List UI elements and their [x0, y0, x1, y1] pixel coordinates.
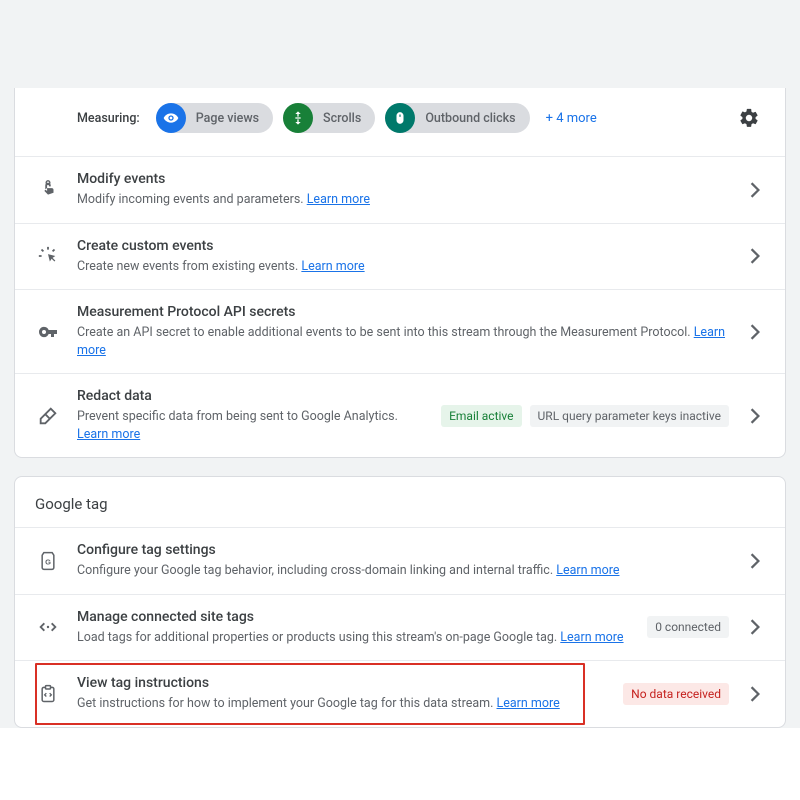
more-measurements-link[interactable]: + 4 more: [546, 111, 597, 126]
chevron-right-icon: [745, 324, 765, 340]
row-redact-data[interactable]: Redact data Prevent specific data from b…: [15, 373, 785, 457]
chip-label: Outbound clicks: [425, 111, 515, 126]
eye-icon: [156, 103, 186, 133]
chip-label: Page views: [196, 111, 259, 126]
learn-more-link[interactable]: Learn more: [77, 427, 140, 442]
tag-icon: G: [35, 550, 61, 572]
row-desc: Create new events from existing events. …: [77, 258, 729, 276]
learn-more-link[interactable]: Learn more: [307, 192, 370, 207]
status-badge: Email active: [441, 405, 521, 427]
learn-more-link[interactable]: Learn more: [560, 630, 623, 645]
row-desc: Get instructions for how to implement yo…: [77, 695, 607, 713]
measuring-row: Measuring: Page views Scrolls Outbound c…: [15, 88, 785, 156]
row-title: Redact data: [77, 388, 425, 404]
cursor-click-icon: [35, 245, 61, 267]
chevron-right-icon: [745, 182, 765, 198]
chevron-right-icon: [745, 248, 765, 264]
status-badge: URL query parameter keys inactive: [530, 405, 729, 427]
chip-scrolls: Scrolls: [283, 103, 375, 133]
row-measurement-protocol[interactable]: Measurement Protocol API secrets Create …: [15, 289, 785, 373]
row-title: Configure tag settings: [77, 542, 729, 558]
chip-page-views: Page views: [156, 103, 273, 133]
row-manage-connected-tags[interactable]: Manage connected site tags Load tags for…: [15, 594, 785, 661]
row-title: Manage connected site tags: [77, 609, 631, 625]
status-badge: No data received: [623, 683, 729, 705]
svg-text:G: G: [45, 557, 51, 566]
row-desc: Configure your Google tag behavior, incl…: [77, 562, 729, 580]
row-create-custom-events[interactable]: Create custom events Create new events f…: [15, 223, 785, 290]
mouse-icon: [385, 103, 415, 133]
chip-label: Scrolls: [323, 111, 361, 126]
row-title: Modify events: [77, 171, 729, 187]
status-badges: No data received: [623, 683, 729, 705]
row-modify-events[interactable]: Modify events Modify incoming events and…: [15, 156, 785, 223]
events-card: Measuring: Page views Scrolls Outbound c…: [14, 88, 786, 458]
gear-icon: [738, 107, 760, 129]
row-desc: Create an API secret to enable additiona…: [77, 324, 729, 359]
eraser-icon: [35, 405, 61, 427]
chip-outbound-clicks: Outbound clicks: [385, 103, 529, 133]
row-title: View tag instructions: [77, 675, 607, 691]
row-title: Measurement Protocol API secrets: [77, 304, 729, 320]
learn-more-link[interactable]: Learn more: [556, 563, 619, 578]
status-badges: Email active URL query parameter keys in…: [441, 405, 729, 427]
scroll-icon: [283, 103, 313, 133]
status-badge: 0 connected: [647, 616, 729, 638]
key-icon: [35, 320, 61, 344]
measuring-label: Measuring:: [77, 111, 140, 126]
learn-more-link[interactable]: Learn more: [301, 259, 364, 274]
chevron-right-icon: [745, 619, 765, 635]
chevron-right-icon: [745, 553, 765, 569]
row-view-tag-instructions[interactable]: View tag instructions Get instructions f…: [15, 660, 785, 727]
google-tag-card: Google tag G Configure tag settings Conf…: [14, 476, 786, 728]
row-desc: Modify incoming events and parameters. L…: [77, 191, 729, 209]
row-configure-tag-settings[interactable]: G Configure tag settings Configure your …: [15, 527, 785, 594]
row-title: Create custom events: [77, 238, 729, 254]
code-arrows-icon: [35, 616, 61, 638]
section-title: Google tag: [15, 477, 785, 527]
chevron-right-icon: [745, 408, 765, 424]
settings-button[interactable]: [733, 102, 765, 134]
clipboard-code-icon: [35, 683, 61, 705]
touch-icon: [35, 179, 61, 201]
row-desc: Prevent specific data from being sent to…: [77, 408, 425, 443]
chevron-right-icon: [745, 686, 765, 702]
status-badges: 0 connected: [647, 616, 729, 638]
learn-more-link[interactable]: Learn more: [497, 696, 560, 711]
row-desc: Load tags for additional properties or p…: [77, 629, 631, 647]
